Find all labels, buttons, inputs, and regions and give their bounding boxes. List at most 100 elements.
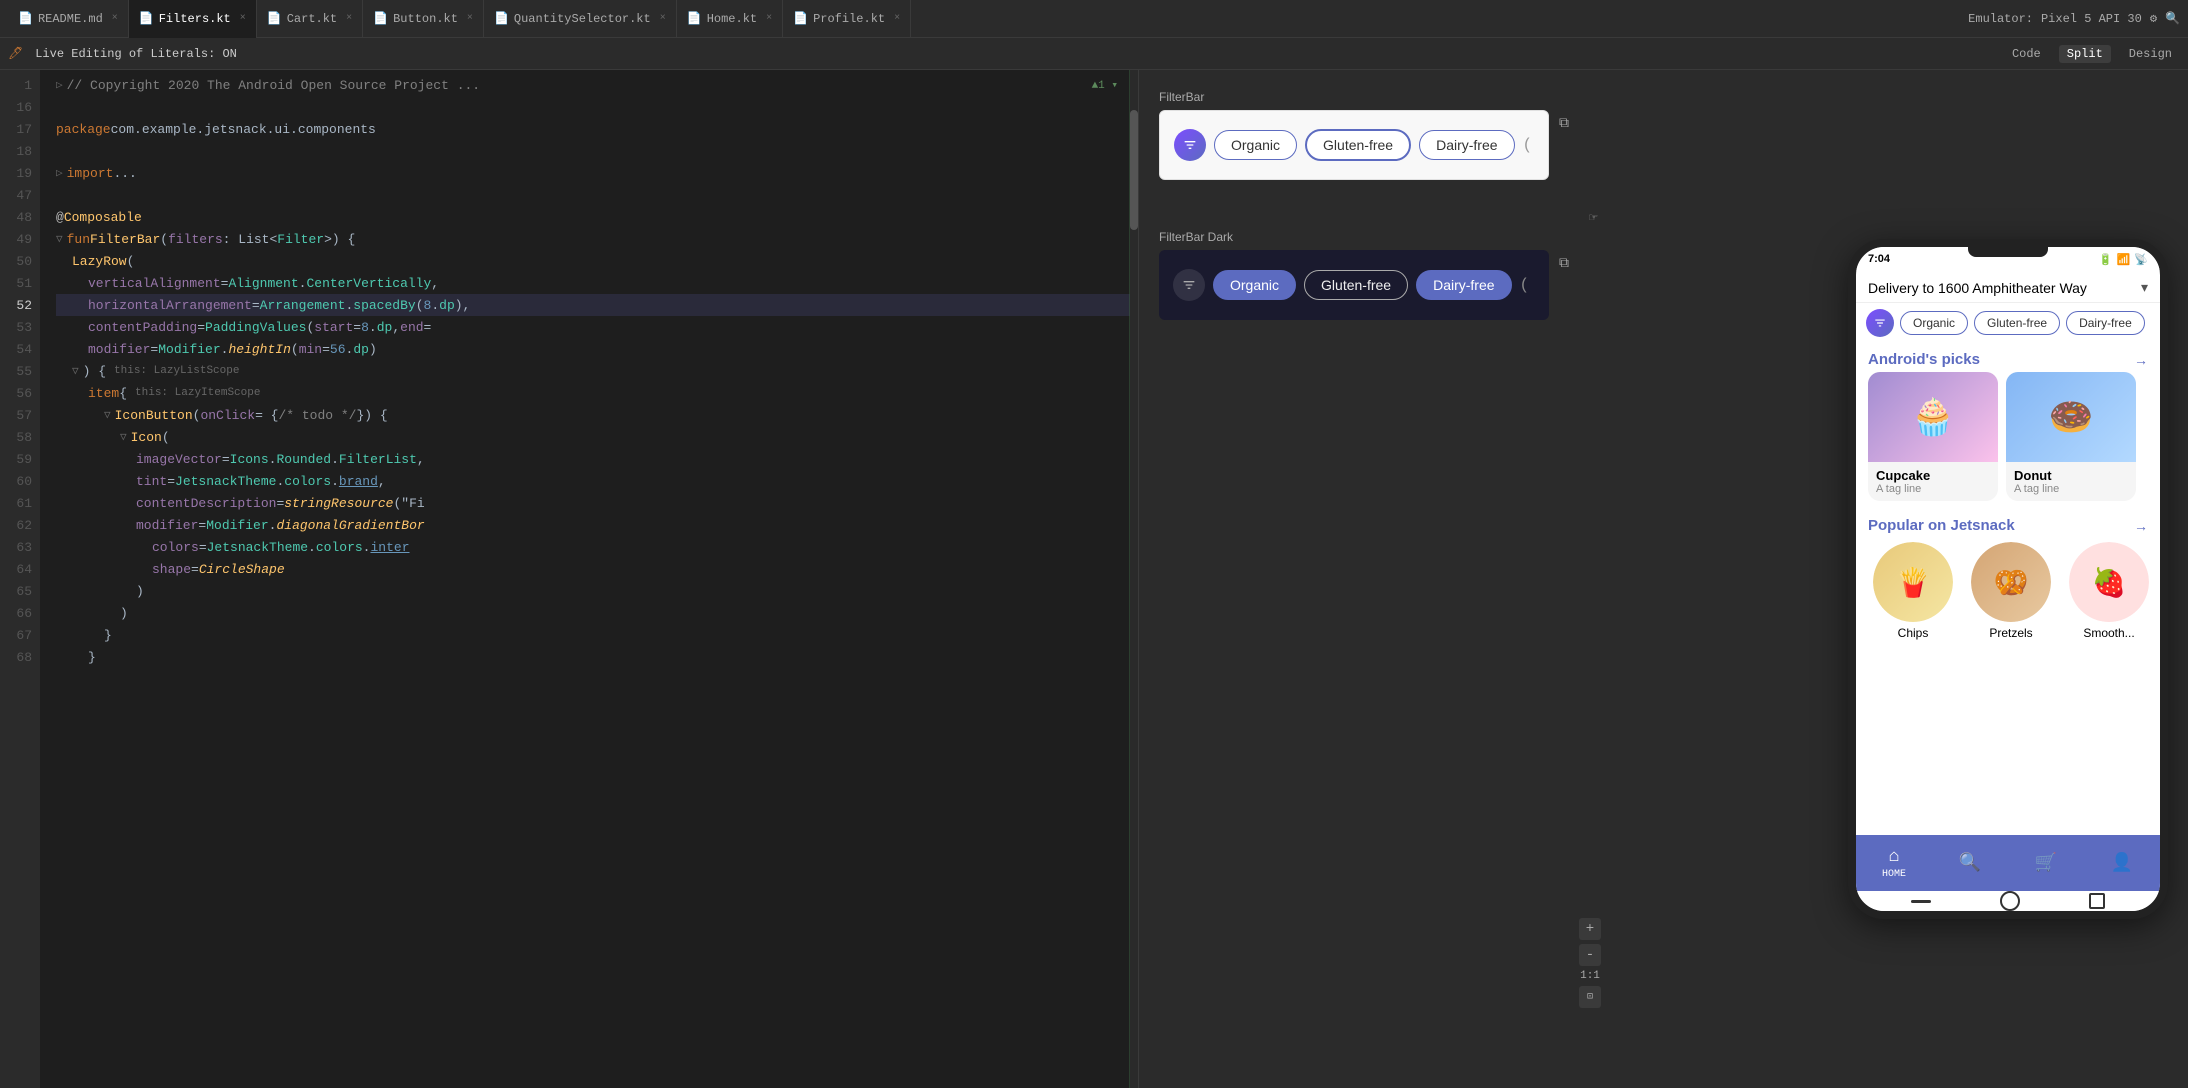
code-line-61: contentDescription = stringResource ("Fi — [56, 492, 1138, 514]
split-button[interactable]: Split — [2059, 45, 2111, 63]
cupcake-illustration: 🧁 — [1868, 372, 1998, 462]
zoom-in-button[interactable]: + — [1579, 918, 1601, 940]
tab-close-icon[interactable]: × — [112, 13, 118, 24]
delivery-header[interactable]: Delivery to 1600 Amphitheater Way ▾ — [1856, 271, 2160, 303]
editor-scrollbar[interactable] — [1130, 70, 1138, 1088]
chip-dairyfree-dark[interactable]: Dairy-free — [1416, 270, 1511, 300]
code-line-54: modifier = Modifier . heightIn ( min = 5… — [56, 338, 1138, 360]
line-64: 64 — [0, 558, 40, 580]
delivery-text: Delivery to 1600 Amphitheater Way — [1868, 280, 2087, 296]
tab-close-icon[interactable]: × — [766, 13, 772, 24]
line-16: 16 — [0, 96, 40, 118]
line-68: 68 — [0, 646, 40, 668]
tab-profile[interactable]: 📄 Profile.kt × — [783, 0, 911, 38]
settings-icon[interactable]: ⚙ — [2150, 11, 2157, 26]
tab-button[interactable]: 📄 Button.kt × — [363, 0, 484, 38]
tab-close-icon[interactable]: × — [346, 13, 352, 24]
donut-illustration: 🍩 — [2006, 372, 2136, 462]
chips-illustration: 🍟 — [1873, 542, 1953, 622]
popular-item-chips[interactable]: 🍟 Chips — [1868, 542, 1958, 640]
tab-cart[interactable]: 📄 Cart.kt × — [257, 0, 363, 38]
chip-organic-light[interactable]: Organic — [1214, 130, 1297, 160]
pretzels-illustration: 🥨 — [1971, 542, 2051, 622]
tab-quantityselector[interactable]: 📄 QuantitySelector.kt × — [484, 0, 677, 38]
product-card-donut[interactable]: 🍩 Donut A tag line — [2006, 372, 2136, 501]
search-icon[interactable]: 🔍 — [2165, 11, 2180, 26]
cart-icon: 🛒 — [2035, 852, 2057, 874]
chip-glutenfree-dark[interactable]: Gluten-free — [1304, 270, 1408, 300]
battery-icon: 🔋 — [2099, 253, 2113, 266]
popular-title: Popular on Jetsnack — [1868, 517, 2015, 534]
filter-icon-light[interactable] — [1174, 129, 1206, 161]
chip-dairyfree-light[interactable]: Dairy-free — [1419, 130, 1514, 160]
line-65: 65 — [0, 580, 40, 602]
androids-picks-title: Android's picks — [1868, 351, 1980, 368]
filter-row: Organic Gluten-free Dairy-free — [1856, 303, 2160, 343]
file-icon: 📄 — [267, 11, 282, 26]
code-line-52: horizontalArrangement = Arrangement . sp… — [56, 294, 1138, 316]
cupcake-image: 🧁 — [1868, 372, 1998, 462]
top-bar-right: Emulator: Pixel 5 API 30 ⚙ 🔍 — [1968, 11, 2180, 26]
home-label: HOME — [1882, 869, 1906, 880]
fit-screen-button[interactable]: ⊡ — [1579, 986, 1601, 1008]
phone-chip-dairyfree[interactable]: Dairy-free — [2066, 311, 2145, 335]
nav-search[interactable]: 🔍 — [1932, 852, 2008, 874]
line-63: 63 — [0, 536, 40, 558]
donut-tag: A tag line — [2014, 483, 2128, 495]
nav-home[interactable]: ⌂ HOME — [1856, 847, 1932, 880]
search-nav-icon: 🔍 — [1959, 852, 1981, 874]
code-editor[interactable]: ▷ // Copyright 2020 The Android Open Sou… — [40, 70, 1138, 1088]
product-card-cupcake[interactable]: 🧁 Cupcake A tag line — [1868, 372, 1998, 501]
home-icon: ⌂ — [1889, 847, 1900, 867]
donut-image: 🍩 — [2006, 372, 2136, 462]
androids-picks-arrow[interactable]: → — [2134, 352, 2148, 368]
code-line-50: LazyRow ( — [56, 250, 1138, 272]
popular-header: Popular on Jetsnack → — [1856, 509, 2160, 538]
tab-close-icon[interactable]: × — [894, 13, 900, 24]
zoom-out-button[interactable]: - — [1579, 944, 1601, 966]
scrollbar-thumb[interactable] — [1130, 110, 1138, 230]
live-editing-label: Live Editing of Literals: ON — [35, 47, 237, 61]
cupcake-tag: A tag line — [1876, 483, 1990, 495]
filterbar-dark-container: FilterBar Dark Organic Gluten-free Dairy… — [1159, 230, 1549, 320]
line-number-gutter: 1 16 17 18 19 47 48 49 50 51 52 53 54 55… — [0, 70, 40, 1088]
back-gesture — [1911, 900, 1931, 903]
tab-readme[interactable]: 📄 README.md × — [8, 0, 129, 38]
zoom-controls: + - 1:1 ⊡ — [1579, 918, 1601, 1008]
code-line-51: verticalAlignment = Alignment . CenterVe… — [56, 272, 1138, 294]
tab-close-icon[interactable]: × — [240, 13, 246, 24]
filterbar-light-label: FilterBar — [1159, 90, 1549, 104]
preview-panels: FilterBar Organic Gluten-free Dairy-free… — [1139, 70, 2188, 1088]
copy-icon-light[interactable]: ⧉ — [1559, 116, 1569, 132]
tab-home[interactable]: 📄 Home.kt × — [677, 0, 783, 38]
chips-name: Chips — [1898, 626, 1929, 640]
wifi-icon: 📶 — [2117, 253, 2131, 266]
file-icon: 📄 — [494, 11, 509, 26]
code-line-58: ▽ Icon ( — [56, 426, 1138, 448]
popular-arrow[interactable]: → — [2134, 518, 2148, 534]
popular-item-pretzels[interactable]: 🥨 Pretzels — [1966, 542, 2056, 640]
code-line-63: colors = JetsnackTheme . colors . inter — [56, 536, 1138, 558]
filter-icon-dark[interactable] — [1173, 269, 1205, 301]
code-line-66: ) — [56, 602, 1138, 624]
design-button[interactable]: Design — [2121, 45, 2180, 63]
nav-profile[interactable]: 👤 — [2084, 852, 2160, 874]
file-icon: 📄 — [373, 11, 388, 26]
tab-close-icon[interactable]: × — [660, 13, 666, 24]
chip-organic-dark[interactable]: Organic — [1213, 270, 1296, 300]
phone-chip-organic[interactable]: Organic — [1900, 311, 1968, 335]
tab-close-icon[interactable]: × — [467, 13, 473, 24]
tab-filters[interactable]: 📄 Filters.kt × — [129, 0, 257, 38]
nav-cart[interactable]: 🛒 — [2008, 852, 2084, 874]
code-lines: ▷ // Copyright 2020 The Android Open Sou… — [40, 70, 1138, 672]
popular-item-smoothie[interactable]: 🍓 Smooth... — [2064, 542, 2154, 640]
copy-icon-dark[interactable]: ⧉ — [1559, 256, 1569, 272]
code-line-67: } — [56, 624, 1138, 646]
chips-image: 🍟 — [1873, 542, 1953, 622]
code-line-47 — [56, 184, 1138, 206]
phone-filter-icon[interactable] — [1866, 309, 1894, 337]
toolbar-right: Code Split Design — [2004, 45, 2180, 63]
code-button[interactable]: Code — [2004, 45, 2049, 63]
chip-glutenfree-light[interactable]: Gluten-free — [1305, 129, 1411, 161]
phone-chip-glutenfree[interactable]: Gluten-free — [1974, 311, 2060, 335]
